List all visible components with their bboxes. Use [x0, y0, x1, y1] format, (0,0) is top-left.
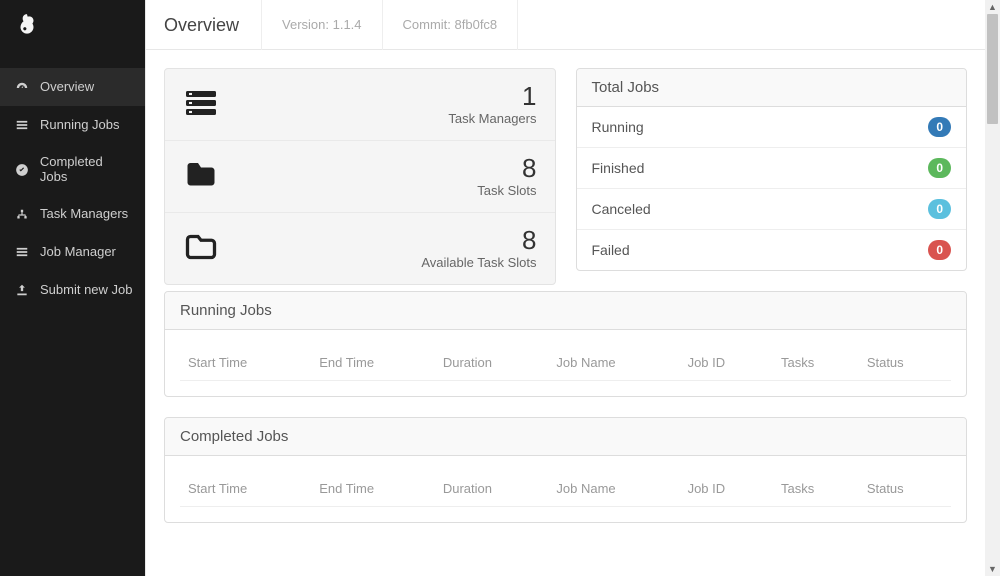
- sidebar-item-running-jobs[interactable]: Running Jobs: [0, 106, 145, 144]
- total-jobs-list: Running 0 Finished 0 Canceled 0 Failed: [577, 107, 967, 270]
- status-badge: 0: [928, 117, 951, 137]
- stat-label: Available Task Slots: [227, 255, 537, 270]
- scrollbar-up-arrow[interactable]: ▲: [985, 0, 1000, 14]
- stat-task-slots: 8 Task Slots: [165, 141, 555, 213]
- col-duration[interactable]: Duration: [435, 471, 549, 507]
- status-badge: 0: [928, 240, 951, 260]
- stat-label: Task Managers: [227, 111, 537, 126]
- col-tasks[interactable]: Tasks: [773, 471, 859, 507]
- panel-title: Completed Jobs: [165, 418, 966, 456]
- status-badge: 0: [928, 158, 951, 178]
- sidebar: Overview Running Jobs Completed Jobs Tas…: [0, 0, 145, 576]
- col-job-name[interactable]: Job Name: [548, 345, 679, 381]
- scrollbar-thumb[interactable]: [987, 14, 998, 124]
- server-icon: [14, 244, 30, 260]
- vertical-scrollbar[interactable]: ▲ ▼: [985, 0, 1000, 576]
- scrollbar-down-arrow[interactable]: ▼: [985, 562, 1000, 576]
- stat-value: 1: [227, 83, 537, 109]
- check-circle-icon: [14, 161, 30, 177]
- stat-available-task-slots: 8 Available Task Slots: [165, 213, 555, 284]
- total-jobs-row-running: Running 0: [577, 107, 967, 147]
- app-logo[interactable]: [0, 0, 145, 50]
- sidebar-item-completed-jobs[interactable]: Completed Jobs: [0, 143, 145, 195]
- total-jobs-row-canceled: Canceled 0: [577, 188, 967, 229]
- col-status[interactable]: Status: [859, 471, 951, 507]
- sitemap-icon: [14, 206, 30, 222]
- squirrel-icon: [14, 12, 40, 38]
- completed-jobs-panel: Completed Jobs Start Time End Time Durat…: [164, 417, 967, 523]
- sidebar-item-job-manager[interactable]: Job Manager: [0, 233, 145, 271]
- panel-title: Total Jobs: [577, 69, 967, 107]
- sidebar-item-label: Overview: [40, 79, 94, 94]
- folder-open-icon: [183, 229, 227, 268]
- sidebar-item-overview[interactable]: Overview: [0, 68, 145, 106]
- commit-label: Commit: 8fb0fc8: [383, 0, 519, 50]
- row-label: Failed: [592, 242, 630, 258]
- completed-jobs-table: Start Time End Time Duration Job Name Jo…: [180, 471, 951, 507]
- running-jobs-table: Start Time End Time Duration Job Name Jo…: [180, 345, 951, 381]
- topbar: Overview Version: 1.1.4 Commit: 8fb0fc8: [146, 0, 985, 50]
- sidebar-item-label: Task Managers: [40, 206, 128, 221]
- panel-title: Running Jobs: [165, 292, 966, 330]
- status-badge: 0: [928, 199, 951, 219]
- stats-panel: 1 Task Managers 8 Task Slots: [164, 68, 556, 285]
- stat-label: Task Slots: [227, 183, 537, 198]
- total-jobs-row-finished: Finished 0: [577, 147, 967, 188]
- sidebar-item-label: Running Jobs: [40, 117, 120, 132]
- list-icon: [14, 117, 30, 133]
- row-label: Canceled: [592, 201, 651, 217]
- stat-value: 8: [227, 227, 537, 253]
- version-label: Version: 1.1.4: [262, 0, 383, 50]
- sidebar-item-label: Submit new Job: [40, 282, 133, 297]
- col-job-name[interactable]: Job Name: [548, 471, 679, 507]
- running-jobs-panel: Running Jobs Start Time End Time Duratio…: [164, 291, 967, 397]
- stat-value: 8: [227, 155, 537, 181]
- col-tasks[interactable]: Tasks: [773, 345, 859, 381]
- stat-task-managers: 1 Task Managers: [165, 69, 555, 141]
- content: 1 Task Managers 8 Task Slots: [146, 50, 985, 561]
- total-jobs-panel: Total Jobs Running 0 Finished 0 Canceled: [576, 68, 968, 271]
- main-panel: Overview Version: 1.1.4 Commit: 8fb0fc8 …: [145, 0, 985, 576]
- col-job-id[interactable]: Job ID: [680, 471, 773, 507]
- row-label: Finished: [592, 160, 645, 176]
- dashboard-icon: [14, 79, 30, 95]
- folder-icon: [183, 157, 227, 196]
- col-end-time[interactable]: End Time: [311, 345, 435, 381]
- row-label: Running: [592, 119, 644, 135]
- col-start-time[interactable]: Start Time: [180, 471, 311, 507]
- sidebar-item-label: Job Manager: [40, 244, 116, 259]
- upload-icon: [14, 281, 30, 297]
- total-jobs-row-failed: Failed 0: [577, 229, 967, 270]
- server-icon: [183, 85, 227, 124]
- sidebar-item-task-managers[interactable]: Task Managers: [0, 195, 145, 233]
- sidebar-item-label: Completed Jobs: [40, 154, 133, 184]
- col-duration[interactable]: Duration: [435, 345, 549, 381]
- col-job-id[interactable]: Job ID: [680, 345, 773, 381]
- col-end-time[interactable]: End Time: [311, 471, 435, 507]
- col-status[interactable]: Status: [859, 345, 951, 381]
- col-start-time[interactable]: Start Time: [180, 345, 311, 381]
- sidebar-item-submit-new-job[interactable]: Submit new Job: [0, 270, 145, 308]
- sidebar-nav: Overview Running Jobs Completed Jobs Tas…: [0, 50, 145, 308]
- page-title: Overview: [164, 0, 262, 50]
